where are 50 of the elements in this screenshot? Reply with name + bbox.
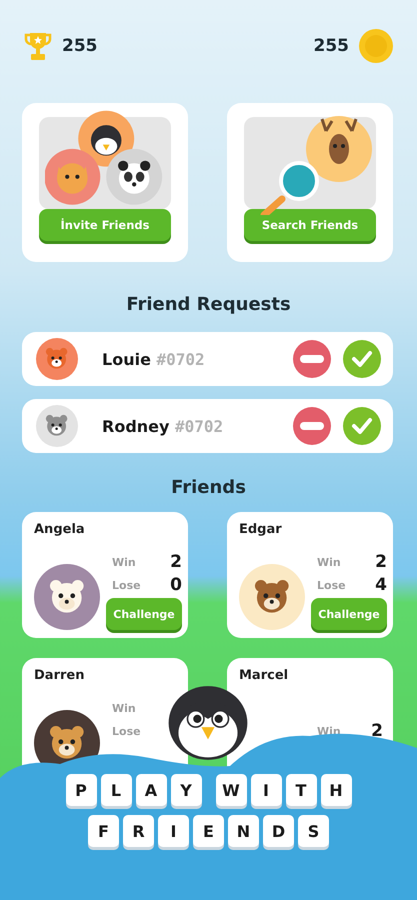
coin-count: 255 (314, 36, 349, 56)
decline-button[interactable] (293, 340, 331, 378)
check-icon (351, 350, 373, 368)
trophy-icon (24, 31, 52, 61)
invite-friends-button[interactable]: İnvite Friends (39, 209, 171, 241)
challenge-button[interactable]: Challenge (106, 598, 182, 630)
win-count: 2 (375, 552, 387, 572)
letter-tile: I (250, 774, 282, 806)
letter-tile: F (88, 815, 119, 847)
accept-button[interactable] (343, 407, 381, 445)
friend-name: Marcel (239, 668, 288, 683)
letter-tile: A (136, 774, 166, 806)
win-label: Win (112, 556, 136, 568)
coin-icon (359, 29, 393, 63)
check-icon (351, 417, 373, 435)
challenge-button[interactable]: Challenge (311, 598, 387, 630)
letter-tile: E (193, 815, 224, 847)
letter-tile: H (320, 774, 352, 806)
lose-count: 0 (170, 575, 182, 595)
win-label: Win (317, 556, 341, 568)
win-count: 2 (371, 721, 383, 741)
minus-icon (300, 422, 324, 430)
lose-label: Lose (112, 724, 141, 738)
request-name: Louie #0702 (101, 350, 206, 368)
lose-count: 4 (375, 575, 387, 595)
letter-tile: P (66, 774, 96, 806)
friend-name: Angela (34, 522, 85, 537)
letter-tile: D (263, 815, 294, 847)
lose-label: Lose (317, 578, 346, 592)
request-name: Rodney #0702 (101, 416, 224, 436)
section-title: Friend Requests (126, 294, 291, 315)
minus-icon (300, 355, 324, 363)
letter-tile: L (100, 774, 132, 806)
letter-tile: Y (170, 774, 202, 806)
friend-name: Edgar (239, 522, 282, 537)
friend-name: Darren (34, 668, 84, 683)
letter-tile: T (286, 774, 316, 806)
letter-tile: W (216, 774, 246, 806)
accept-button[interactable] (343, 340, 381, 378)
section-title: Friends (171, 477, 246, 498)
win-count: 2 (170, 552, 182, 572)
search-friends-button[interactable]: Search Friends (244, 209, 376, 241)
decline-button[interactable] (293, 407, 331, 445)
win-label: Win (112, 702, 136, 714)
trophy-count: 255 (62, 36, 98, 56)
letter-tile: R (123, 815, 154, 847)
letter-tile: N (228, 815, 259, 847)
lose-label: Lose (112, 578, 141, 592)
letter-tile: I (158, 815, 189, 847)
letter-tile: S (298, 815, 329, 847)
